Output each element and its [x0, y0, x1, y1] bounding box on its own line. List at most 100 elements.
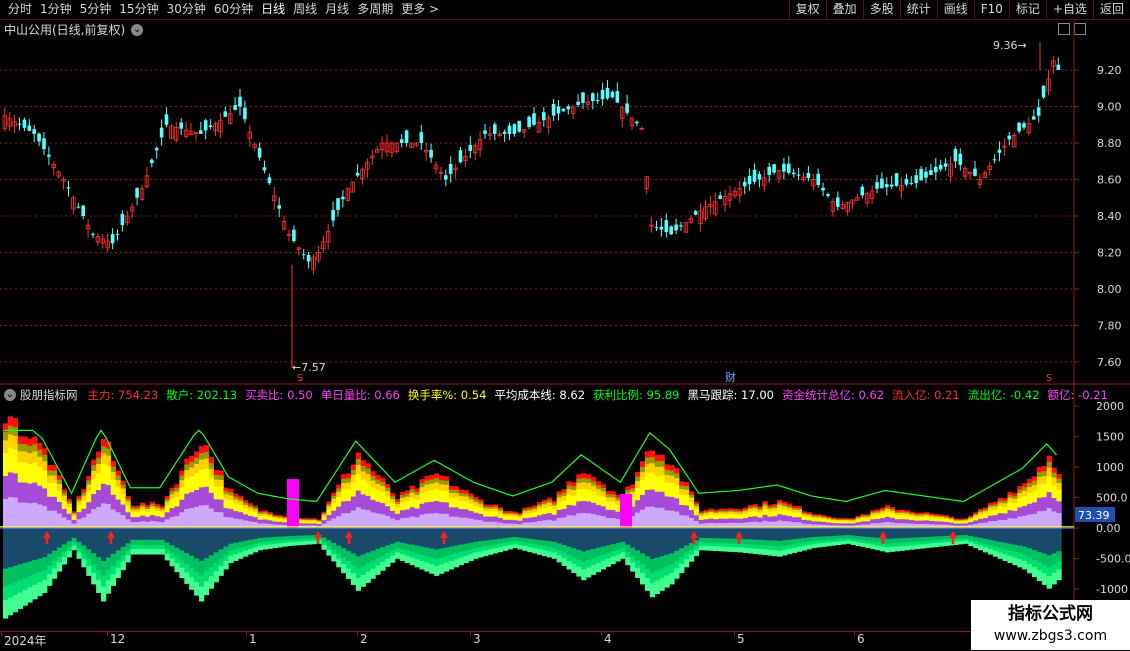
chevron-down-icon[interactable]: ⌄ [4, 389, 16, 401]
indicator-bar-segment [904, 515, 910, 520]
indicator-bar-segment [488, 506, 494, 509]
indicator-negative-segment [228, 550, 234, 557]
indicator-negative-segment [233, 549, 239, 555]
indicator-bar-segment [796, 512, 802, 518]
indicator-negative-segment [213, 552, 219, 564]
indicator-negative-segment [571, 528, 577, 549]
candle-body [517, 120, 522, 132]
indicator-negative-segment [453, 528, 459, 546]
indicator-bar-segment [826, 519, 832, 523]
indicator-negative-segment [992, 550, 998, 557]
indicator-bar-segment [973, 512, 979, 514]
indicator-bar-segment [96, 472, 102, 491]
indicator-bar-segment [762, 508, 768, 515]
indicator-bar-segment [733, 511, 739, 515]
indicator-negative-segment [747, 528, 753, 540]
indicator-bar-segment [992, 503, 998, 507]
indicator-negative-segment [718, 528, 724, 539]
indicator-bar-segment [522, 517, 528, 523]
indicator-negative-segment [478, 528, 484, 542]
indicator-bar-segment [194, 472, 200, 490]
date-tick-2 [246, 632, 247, 636]
indicator-negative-segment [174, 547, 180, 557]
indicator-negative-segment [826, 528, 832, 537]
indicator-negative-segment [385, 545, 391, 554]
indicator-negative-segment [997, 552, 1003, 559]
indicator-bar-segment [86, 513, 92, 529]
indicator-negative-segment [493, 544, 499, 549]
indicator-negative-segment [772, 540, 778, 547]
indicator-negative-segment [213, 563, 219, 572]
indicator-negative-segment [517, 544, 523, 550]
candle-body [159, 127, 164, 138]
indicator-negative-segment [248, 539, 254, 546]
indicator-negative-segment [238, 552, 244, 559]
indicator-negative-segment [228, 555, 234, 564]
indicator-negative-segment [110, 574, 116, 586]
indicator-bar-segment [532, 508, 538, 513]
indicator-bar-segment [894, 515, 900, 520]
candle-body [551, 103, 556, 116]
date-tick-5 [601, 632, 602, 636]
indicator-bar-segment [1046, 491, 1052, 509]
candle-body [37, 133, 41, 142]
indicator-bar-segment [1032, 480, 1038, 485]
candle-body [860, 186, 865, 196]
indicator-bar-segment [434, 512, 440, 529]
indicator-negative-segment [12, 528, 18, 567]
indicator-bar-segment [228, 495, 234, 501]
indicator-bar-segment [576, 478, 582, 484]
indicator-bar-segment [527, 517, 533, 523]
candle-body [91, 233, 95, 235]
candle-body [419, 132, 424, 143]
indicator-bar-segment [12, 426, 18, 436]
indicator-bar-segment [1032, 476, 1038, 481]
indicator-negative-segment [870, 544, 876, 550]
indicator-bar-segment [1002, 506, 1008, 514]
indicator-negative-segment [1002, 549, 1008, 555]
indicator-bar-segment [679, 485, 685, 490]
indicator-bar-segment [654, 507, 660, 529]
indicator-negative-segment [1051, 553, 1057, 565]
indicator-negative-segment [1017, 545, 1023, 554]
indicator-negative-segment [1022, 528, 1028, 547]
indicator-negative-segment [1056, 561, 1062, 570]
indicator-bar-segment [252, 509, 259, 513]
indicator-negative-segment [674, 568, 680, 579]
candle-body [625, 103, 629, 113]
indicator-bar-segment [390, 498, 396, 504]
candle-body [336, 198, 340, 210]
candle-body [880, 178, 884, 188]
indicator-negative-segment [938, 539, 945, 543]
indicator-bar-segment [1036, 476, 1043, 485]
indicator-bar-segment [86, 480, 92, 485]
indicator-negative-segment [7, 584, 14, 598]
indicator-bar-segment [1027, 486, 1033, 493]
indicator-bar-segment [199, 487, 205, 506]
indicator-negative-segment [664, 528, 670, 555]
indicator-negative-segment [698, 537, 704, 543]
indicator-negative-segment [963, 534, 969, 539]
indicator-bar-segment [1027, 514, 1033, 529]
indicator-bar-segment [924, 514, 930, 517]
indicator-negative-segment [522, 538, 528, 543]
candle-body [120, 213, 125, 226]
indicator-negative-segment [86, 558, 92, 567]
indicator-bar-segment [135, 511, 141, 518]
indicator-negative-segment [91, 553, 97, 565]
indicator-negative-segment [502, 542, 508, 547]
indicator-bar-segment [203, 458, 210, 469]
indicator-bar-segment [1046, 455, 1052, 462]
indicator-bar-segment [595, 494, 602, 505]
indicator-negative-segment [581, 561, 587, 570]
indicator-negative-segment [194, 571, 200, 583]
indicator-bar-segment [865, 514, 871, 516]
price-chart[interactable]: 9.209.008.808.608.408.208.007.807.60←7.5… [0, 0, 1130, 630]
indicator-bar-segment [439, 484, 445, 491]
indicator-negative-segment [42, 579, 48, 593]
indicator-negative-segment [453, 545, 459, 554]
indicator-negative-segment [203, 558, 210, 572]
indicator-bar-segment [556, 494, 562, 498]
indicator-bar-segment [42, 454, 48, 462]
indicator-negative-segment [52, 568, 58, 579]
